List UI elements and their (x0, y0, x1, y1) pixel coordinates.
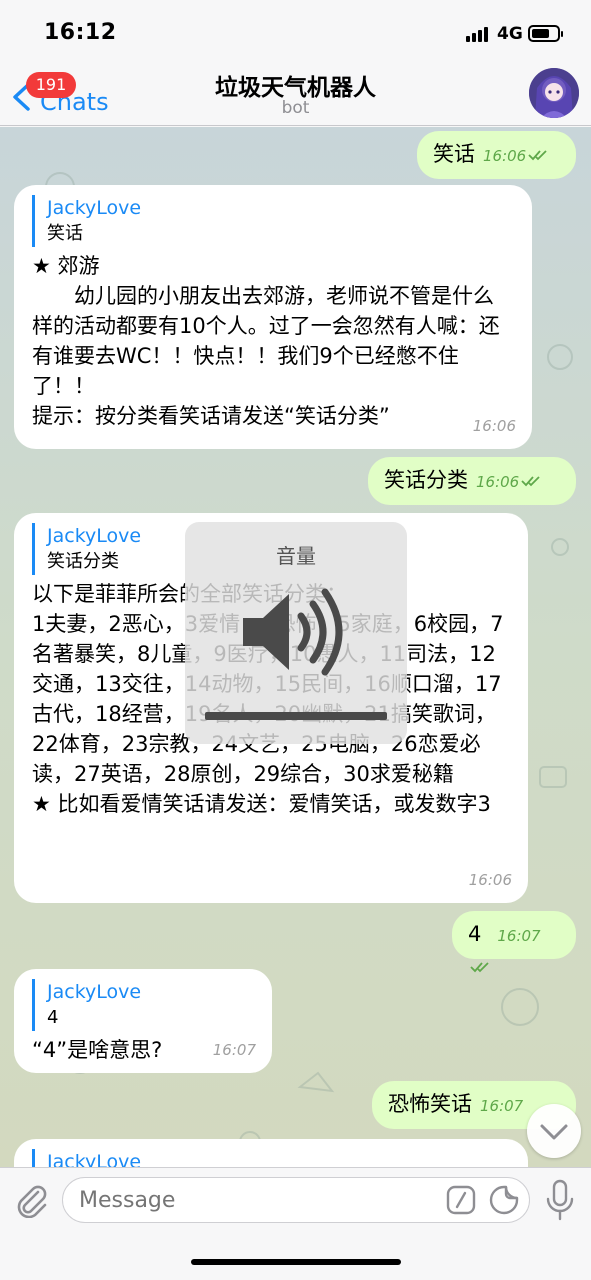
double-check-icon (521, 476, 540, 487)
reply-text: 笑话 (47, 223, 83, 244)
paperclip-icon[interactable] (14, 1182, 48, 1218)
reply-quote[interactable]: JackyLove (32, 1149, 510, 1167)
chevron-down-icon (540, 1124, 568, 1140)
outgoing-message[interactable]: 笑话分类 16:06 (368, 457, 576, 505)
message-text: 笑话分类 (384, 468, 468, 492)
unread-badge: 191 (26, 72, 76, 98)
scroll-to-bottom-button[interactable] (527, 1104, 581, 1158)
message-time: 16:07 (497, 927, 541, 945)
reply-text: 4 (47, 1007, 59, 1028)
speaker-icon (243, 588, 343, 676)
message-time: 16:06 (483, 147, 527, 165)
message-text: 恐怖笑话 (388, 1092, 472, 1116)
cellular-signal-icon (466, 26, 492, 42)
chat-title[interactable]: 垃圾天气机器人 (0, 68, 591, 102)
message-text: ★ 郊游 幼儿园的小朋友出去郊游，老师说不管是什么样的活动都要有10个人。过了一… (32, 254, 500, 428)
reply-quote[interactable]: JackyLove 笑话 (32, 195, 514, 247)
status-bar: 16:12 4G (0, 0, 591, 60)
message-time: 16:06 (472, 417, 516, 435)
message-time: 16:06 (476, 473, 520, 491)
network-type: 4G (497, 24, 523, 44)
volume-title: 音量 (276, 544, 316, 568)
slash-command-icon[interactable] (446, 1185, 476, 1215)
volume-hud: 音量 (185, 522, 407, 744)
reply-author: JackyLove (47, 981, 142, 1003)
chat-header: 191 Chats 垃圾天气机器人 bot (0, 60, 591, 126)
status-time: 16:12 (44, 20, 117, 45)
message-time: 16:07 (212, 1041, 256, 1059)
sticker-icon[interactable] (488, 1184, 520, 1216)
incoming-message[interactable]: JackyLove 笑话 ★ 郊游 幼儿园的小朋友出去郊游，老师说不管是什么样的… (14, 185, 532, 449)
reply-author: JackyLove (47, 197, 142, 219)
message-text: 笑话 (433, 142, 475, 166)
outgoing-message[interactable]: 笑话 16:06 (417, 131, 576, 179)
double-check-icon (528, 150, 547, 161)
outgoing-message[interactable]: 4 16:07 (452, 911, 576, 973)
message-time: 16:07 (480, 1097, 524, 1115)
double-check-icon (470, 962, 489, 973)
battery-icon (528, 25, 563, 42)
message-time: 16:06 (468, 871, 512, 889)
reply-quote[interactable]: JackyLove 4 (32, 979, 254, 1031)
bot-avatar[interactable] (529, 68, 579, 118)
home-indicator (191, 1259, 401, 1265)
reply-author: JackyLove (47, 1151, 142, 1167)
message-text: 4 (468, 922, 482, 946)
chat-subtitle: bot (281, 98, 310, 118)
volume-level-bar (205, 712, 387, 720)
microphone-icon[interactable] (545, 1179, 575, 1221)
incoming-message[interactable]: JackyLove 4 “4”是啥意思? 16:07 (14, 969, 272, 1073)
incoming-message[interactable]: JackyLove (14, 1139, 528, 1167)
